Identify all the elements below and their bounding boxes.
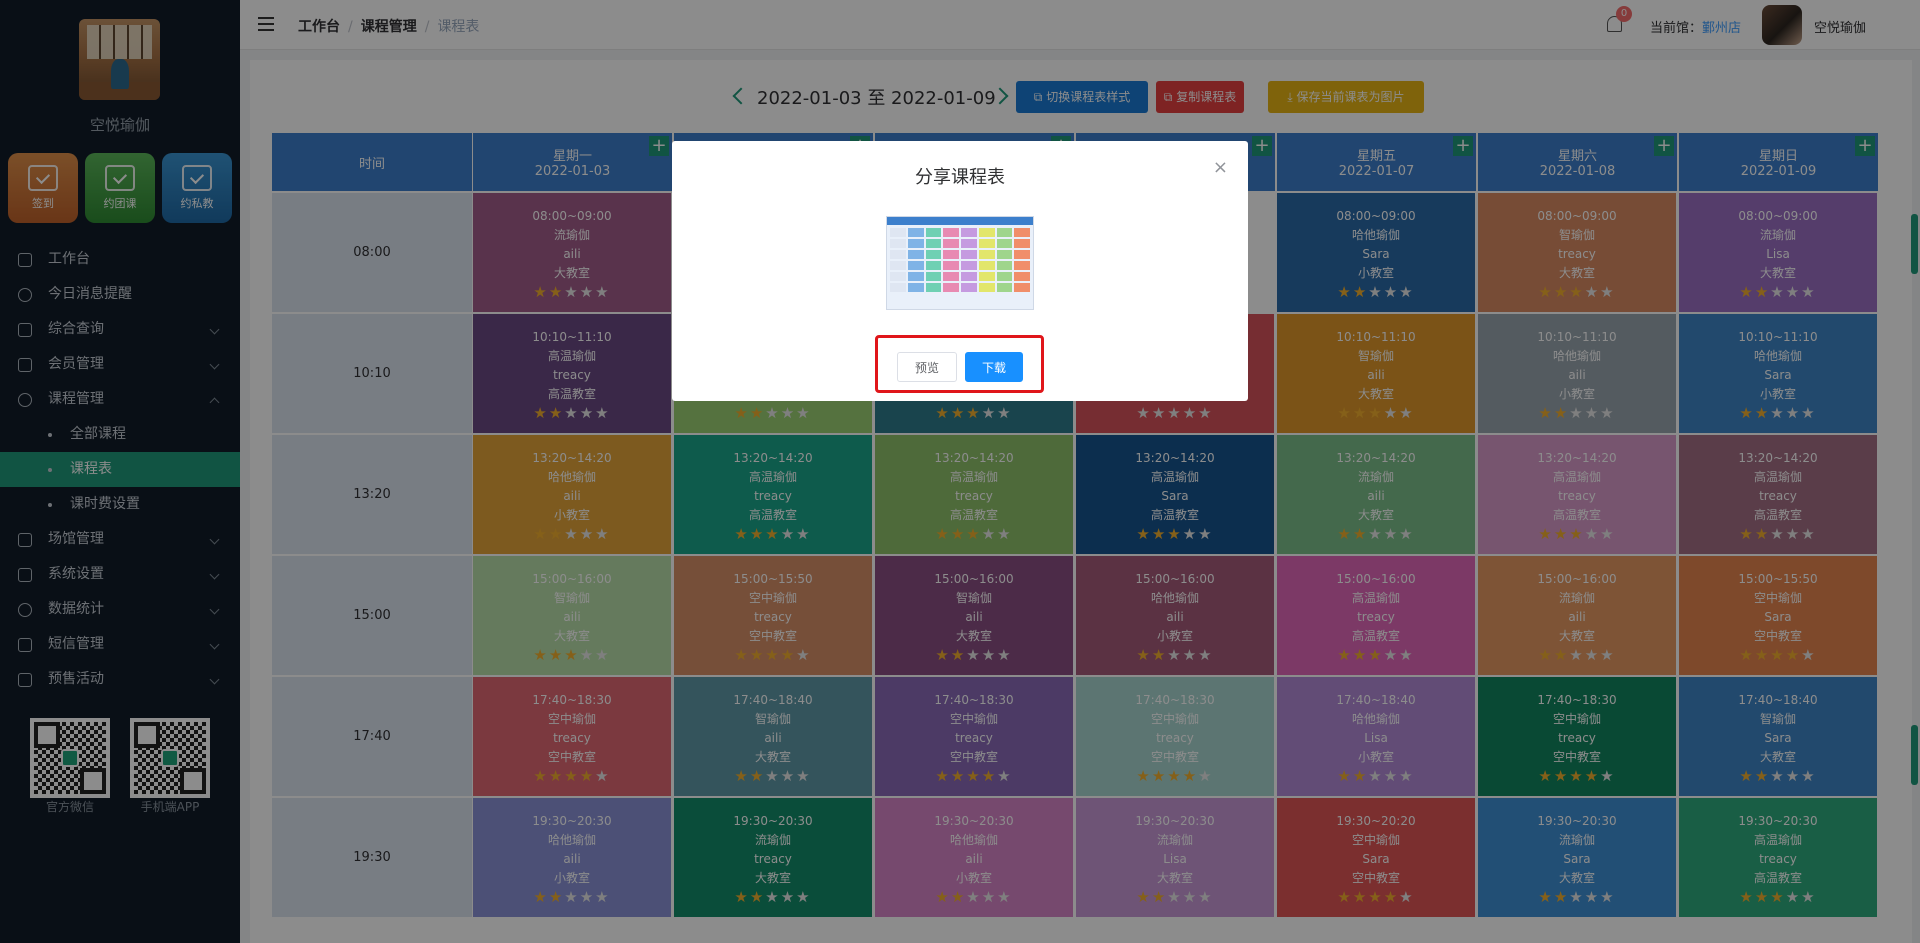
thumbnail-cell [890,228,906,237]
share-dialog: 分享课程表 × 预览 下载 [672,141,1248,401]
thumbnail-cell [890,250,906,259]
thumbnail-cell [961,283,977,292]
thumbnail-cell [925,250,942,259]
thumbnail-cell [961,272,977,281]
thumbnail-cell [890,283,906,292]
thumbnail-cell [978,283,995,292]
thumbnail-cell [925,228,942,237]
preview-button[interactable]: 预览 [897,352,957,382]
thumbnail-cell [890,239,906,248]
thumbnail-cell [943,283,959,292]
download-button[interactable]: 下载 [965,352,1023,382]
thumbnail-cell [943,239,959,248]
thumbnail-cell [961,261,977,270]
thumbnail-cell [1014,228,1030,237]
thumbnail-cell [996,239,1013,248]
thumbnail-cell [890,272,906,281]
thumbnail-cell [907,283,924,292]
thumbnail-cell [996,228,1013,237]
thumbnail-cell [978,239,995,248]
thumbnail-cell [996,250,1013,259]
thumbnail-cell [907,228,924,237]
thumbnail-cell [907,250,924,259]
thumbnail-cell [996,283,1013,292]
thumbnail-cell [1014,272,1030,281]
thumbnail-cell [925,261,942,270]
thumbnail-cell [961,239,977,248]
thumbnail-cell [943,228,959,237]
thumbnail-cell [907,272,924,281]
thumbnail-cell [925,239,942,248]
thumbnail-cell [943,250,959,259]
thumbnail-cell [978,272,995,281]
dialog-title: 分享课程表 [915,167,1005,188]
thumbnail-cell [925,283,942,292]
thumbnail-cell [1014,261,1030,270]
thumbnail-cell [943,261,959,270]
thumbnail-cell [1014,283,1030,292]
app: 空悦瑜伽 签到 约团课 约私教 工作台 今日消息提醒 综合查询 会员管理 课程管理 全部课… [0,0,1920,943]
thumbnail-cell [978,228,995,237]
thumbnail-cell [907,239,924,248]
thumbnail-cell [961,228,977,237]
thumbnail-cell [907,261,924,270]
close-icon[interactable]: × [1213,157,1228,178]
thumbnail-cell [1014,239,1030,248]
thumbnail-cell [978,261,995,270]
thumbnail-cell [943,272,959,281]
thumbnail-cell [996,272,1013,281]
schedule-thumbnail[interactable] [886,216,1034,310]
thumbnail-cell [978,250,995,259]
thumbnail-cell [1014,250,1030,259]
thumbnail-cell [961,250,977,259]
thumbnail-cell [890,261,906,270]
thumbnail-cell [996,261,1013,270]
thumbnail-cell [925,272,942,281]
